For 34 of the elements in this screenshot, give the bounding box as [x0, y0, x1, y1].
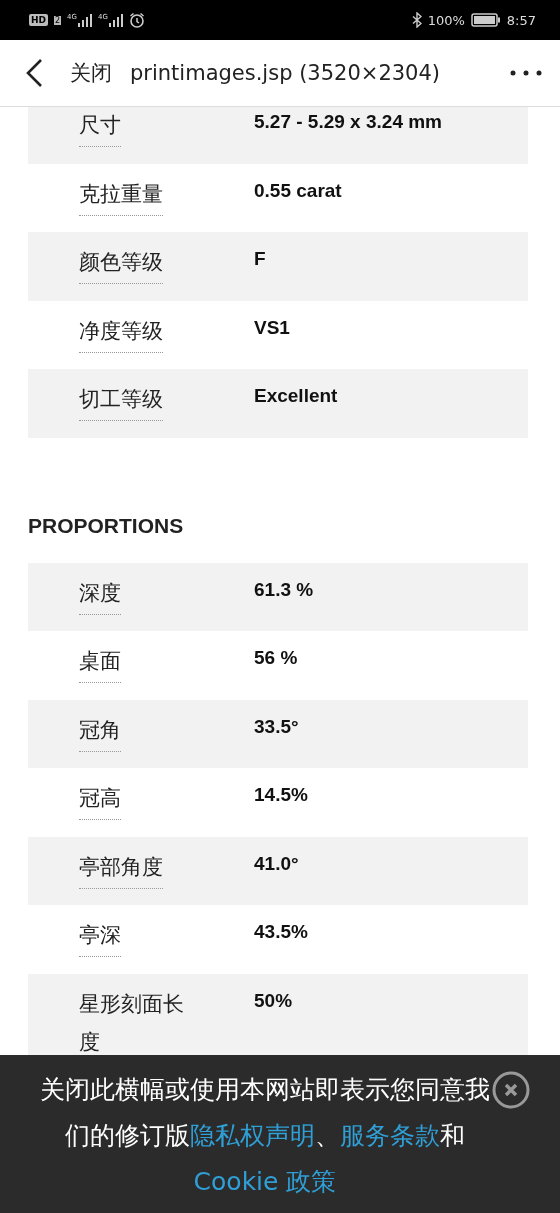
row-label: 克拉重量	[79, 174, 163, 216]
policy-link[interactable]: 服务条款	[340, 1121, 440, 1150]
hd-badge: HD	[29, 14, 48, 26]
cookie-notice: 关闭此横幅或使用本网站即表示您同意我们的修订版隐私权声明、服务条款和 Cookie 政策	[40, 1074, 490, 1198]
row-value: 41.0°	[254, 851, 299, 876]
row-value: VS1	[254, 315, 290, 340]
row-value: 50%	[254, 988, 293, 1013]
clock-time: 8:57	[506, 12, 536, 28]
row-label: 切工等级	[79, 380, 163, 421]
section-heading: PROPORTIONS	[28, 512, 185, 539]
row-label: 桌面	[79, 642, 121, 683]
policy-link[interactable]: Cookie 政策	[193, 1167, 337, 1196]
row-label: 颜色等级	[79, 243, 163, 284]
row-value: 5.27 - 5.29 x 3.24 mm	[254, 110, 442, 134]
row-value: F	[254, 247, 266, 271]
row-value: 61.3 %	[254, 577, 314, 602]
row-label: 亭部角度	[79, 847, 163, 889]
row-label: 尺寸	[79, 107, 121, 147]
row-label: 亭深	[79, 916, 121, 957]
row-value: Excellent	[254, 384, 338, 408]
policy-link[interactable]: 隐私权声明	[190, 1121, 315, 1150]
close-button[interactable]: 关闭	[70, 59, 112, 87]
battery-percent: 100%	[427, 12, 465, 28]
row-value: 0.55 carat	[254, 178, 342, 203]
row-label: 冠角	[79, 710, 121, 752]
row-value: 14.5%	[254, 783, 308, 807]
row-label: 净度等级	[79, 311, 163, 353]
row-label: 冠高	[79, 779, 121, 820]
row-value: 43.5%	[254, 920, 308, 944]
row-value: 56 %	[254, 646, 298, 670]
sim-badge: 2	[54, 15, 62, 25]
page-title: printimages.jsp (3520×2304)	[130, 61, 441, 85]
row-label: 深度	[79, 573, 121, 615]
row-value: 33.5°	[254, 714, 299, 739]
